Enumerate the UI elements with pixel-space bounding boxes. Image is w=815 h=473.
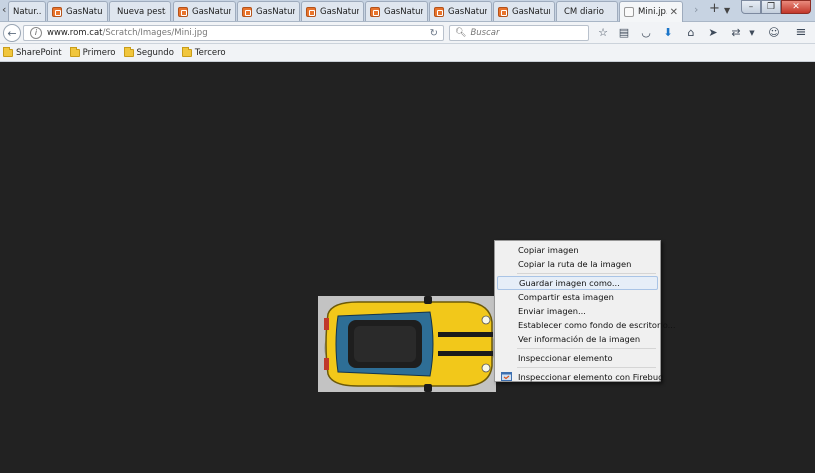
bookmark-label: Segundo <box>136 47 174 58</box>
site-info-icon[interactable]: i <box>30 27 42 39</box>
send-icon[interactable]: ➤ <box>706 26 720 40</box>
tab-gasnatur-4[interactable]: GasNatur... <box>301 1 364 21</box>
tab-favicon-icon <box>242 6 252 17</box>
menu-inspect-with-firebug[interactable]: Inspeccionar elemento con Firebug <box>497 370 663 384</box>
url-bar[interactable]: i www.rom.cat/Scratch/Images/Mini.jpg ↻ <box>23 25 444 41</box>
tab-label: GasNatur... <box>512 6 550 17</box>
tab-gasnatur-2[interactable]: GasNatur... <box>173 1 236 21</box>
folder-icon <box>69 46 80 57</box>
tab-gasnatur-6[interactable]: GasNatur... <box>429 1 492 21</box>
back-arrow-icon[interactable]: ← <box>3 24 21 42</box>
overflow-dropdown-icon[interactable]: ▼ <box>745 26 759 40</box>
search-icon: 🔍︎ <box>455 28 467 38</box>
page-viewport <box>0 62 815 473</box>
tab-label: GasNatur... <box>192 6 231 17</box>
list-all-tabs-icon[interactable]: ▼ <box>724 6 730 15</box>
bookmark-sharepoint[interactable]: SharePoint <box>3 46 62 58</box>
reload-icon[interactable]: ↻ <box>430 28 438 39</box>
minimize-icon[interactable]: – <box>741 0 761 14</box>
tab-gasnatur-3[interactable]: GasNatur... <box>237 1 300 21</box>
menu-separator <box>517 348 656 349</box>
tab-favicon-icon <box>370 6 380 17</box>
bookmarks-bar: SharePoint Primero Segundo Tercero <box>0 44 815 62</box>
bookmark-star-icon[interactable]: ☆ <box>596 26 610 40</box>
menu-view-image-info[interactable]: Ver información de la imagen <box>497 332 658 346</box>
window-controls: – ❐ ✕ <box>741 0 811 14</box>
scroll-tabs-right-icon[interactable]: › <box>694 3 698 16</box>
tab-favicon-icon <box>498 6 508 17</box>
tab-natur[interactable]: Natur... <box>8 1 46 21</box>
menu-copy-image[interactable]: Copiar imagen <box>497 243 658 257</box>
tab-nueva-pestana[interactable]: Nueva pestaña <box>109 1 171 21</box>
tab-label: GasNatur... <box>320 6 359 17</box>
menu-email-image[interactable]: Enviar imagen... <box>497 304 658 318</box>
close-tab-icon[interactable]: ✕ <box>667 7 678 18</box>
menu-label: Inspeccionar elemento con Firebug <box>518 372 664 382</box>
reading-list-icon[interactable]: ▤ <box>617 26 631 40</box>
bookmark-label: Tercero <box>194 47 226 58</box>
menu-separator <box>517 273 656 274</box>
url-text[interactable]: www.rom.cat/Scratch/Images/Mini.jpg <box>47 28 208 38</box>
bookmark-label: SharePoint <box>16 47 62 58</box>
bookmark-primero[interactable]: Primero <box>69 46 116 58</box>
bookmark-tercero[interactable]: Tercero <box>181 46 226 58</box>
tab-favicon-icon <box>434 6 444 17</box>
tab-mini-jpg[interactable]: Mini.jp... ✕ <box>619 1 683 22</box>
tab-favicon-icon <box>306 6 316 17</box>
url-path: /Scratch/Images/Mini.jpg <box>102 28 208 38</box>
tab-label: GasNatur... <box>384 6 423 17</box>
scroll-tabs-left-icon[interactable]: ‹ <box>2 3 6 16</box>
close-window-icon[interactable]: ✕ <box>781 0 811 14</box>
folder-icon <box>181 46 192 57</box>
car-image[interactable] <box>318 296 496 392</box>
tab-gasnatur-5[interactable]: GasNatur... <box>365 1 428 21</box>
tab-gasnatur-7[interactable]: GasNatur... <box>493 1 555 21</box>
menu-separator <box>517 367 656 368</box>
page-favicon-icon <box>624 7 634 17</box>
tab-strip: ‹ Natur... GasNatur... Nueva pestaña Gas… <box>0 0 815 22</box>
home-icon[interactable]: ⌂ <box>684 26 698 40</box>
menu-save-image-as[interactable]: Guardar imagen como... <box>497 276 658 290</box>
navigation-toolbar: ← i www.rom.cat/Scratch/Images/Mini.jpg … <box>0 22 815 44</box>
tab-label: Mini.jp... <box>638 7 667 17</box>
bookmark-label: Primero <box>82 47 116 58</box>
menu-share-image[interactable]: Compartir esta imagen <box>497 290 658 304</box>
tab-label: Nueva pestaña <box>117 6 166 17</box>
chat-icon[interactable]: ☺ <box>767 26 781 40</box>
menu-set-desktop-background[interactable]: Establecer como fondo de escritorio... <box>497 318 676 332</box>
mini-car-icon <box>318 296 496 392</box>
new-tab-plus-icon[interactable]: + <box>709 1 720 16</box>
tab-label: CM diario <box>564 6 604 17</box>
tab-label: GasNatur... <box>448 6 487 17</box>
url-host: www.rom.cat <box>47 28 103 38</box>
menu-hamburger-icon[interactable]: ≡ <box>794 26 808 40</box>
folder-icon <box>3 46 13 57</box>
pocket-icon[interactable]: ◡ <box>639 26 653 40</box>
folder-icon <box>123 46 134 57</box>
tab-label: GasNatur... <box>256 6 295 17</box>
tab-favicon-icon <box>52 6 62 17</box>
search-input[interactable] <box>470 28 581 38</box>
menu-inspect-element[interactable]: Inspeccionar elemento <box>497 351 658 365</box>
tab-favicon-icon <box>178 6 188 17</box>
firebug-icon <box>501 372 512 381</box>
menu-copy-image-path[interactable]: Copiar la ruta de la imagen <box>497 257 658 271</box>
search-bar[interactable]: 🔍︎ <box>449 25 589 41</box>
image-context-menu: Copiar imagen Copiar la ruta de la image… <box>494 240 676 384</box>
tab-label: Natur... <box>13 6 41 17</box>
tab-cm-diario[interactable]: CM diario <box>556 1 618 21</box>
tab-label: GasNatur... <box>66 6 103 17</box>
tab-gasnatur-1[interactable]: GasNatur... <box>47 1 108 21</box>
sync-icon[interactable]: ⇄ <box>729 26 743 40</box>
bookmark-segundo[interactable]: Segundo <box>123 46 174 58</box>
downloads-icon[interactable]: ⬇ <box>661 26 675 40</box>
restore-icon[interactable]: ❐ <box>761 0 781 14</box>
